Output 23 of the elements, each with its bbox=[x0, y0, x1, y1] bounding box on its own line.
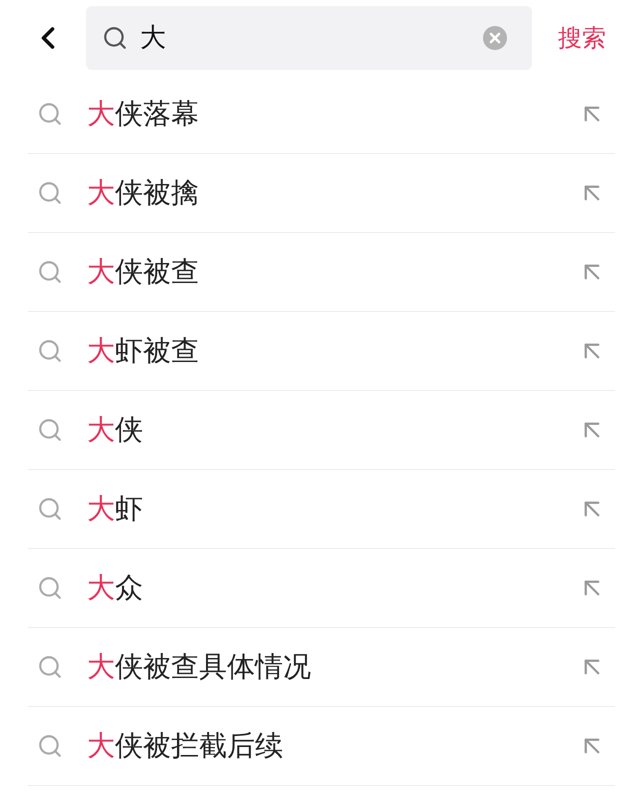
search-icon bbox=[37, 417, 63, 443]
search-icon bbox=[37, 654, 63, 680]
search-icon bbox=[37, 733, 63, 759]
suggestion-item[interactable]: 大侠被查 bbox=[87, 251, 577, 293]
clear-icon[interactable] bbox=[482, 25, 508, 51]
suggestion-item[interactable]: 大侠被擒 bbox=[87, 172, 577, 214]
search-icon bbox=[37, 338, 63, 364]
suggestion-item[interactable]: 大侠被查具体情况 bbox=[87, 646, 577, 688]
suggestion-item[interactable]: 大虾 bbox=[87, 488, 577, 530]
search-input[interactable]: 大 bbox=[140, 18, 482, 58]
search-icon bbox=[37, 496, 63, 522]
search-icon bbox=[102, 25, 128, 51]
search-icon bbox=[37, 180, 63, 206]
search-bar[interactable]: 大 bbox=[86, 6, 532, 70]
search-icon bbox=[37, 259, 63, 285]
search-icon bbox=[37, 101, 63, 127]
suggestion-item[interactable]: 大侠落幕 bbox=[87, 93, 577, 135]
suggestion-item[interactable]: 大虾被查 bbox=[87, 330, 577, 372]
suggestion-item[interactable]: 大众 bbox=[87, 567, 577, 609]
search-button[interactable]: 搜索 bbox=[558, 20, 606, 56]
search-icon bbox=[37, 575, 63, 601]
suggestion-item[interactable]: 大侠 bbox=[87, 409, 577, 451]
suggestion-item[interactable]: 大侠被拦截后续 bbox=[87, 725, 577, 767]
